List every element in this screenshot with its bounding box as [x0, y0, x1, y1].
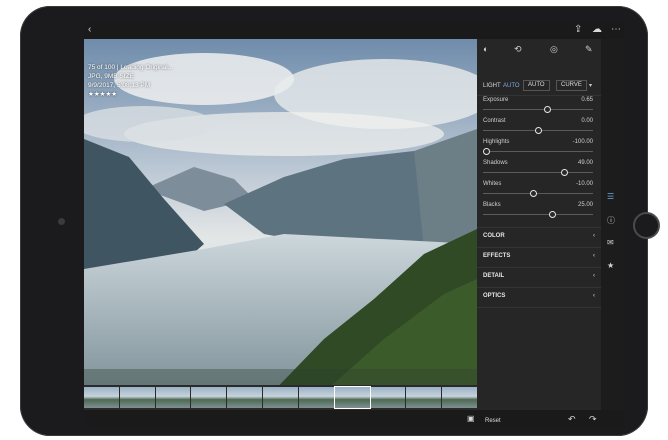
slider-value: -100.00 — [572, 139, 593, 145]
slider-label: Whites — [483, 181, 502, 187]
reset-button[interactable]: Reset — [485, 418, 501, 424]
slider-value: 0.00 — [581, 118, 593, 124]
slider-label: Shadows — [483, 160, 508, 166]
lightroom-screen: ‹ ⇪ ☁ ⋯ 75 of 100 | Loading Original... … — [84, 22, 625, 428]
slider-handle[interactable] — [535, 127, 542, 134]
slider-shadows[interactable]: Shadows 49.00 — [483, 160, 593, 180]
filmstrip-thumb[interactable] — [84, 387, 119, 408]
filmstrip-thumb[interactable] — [155, 387, 191, 408]
auto-badge: AUTO — [503, 83, 520, 89]
slider-label: Blacks — [483, 202, 501, 208]
more-icon[interactable]: ⋯ — [611, 24, 621, 36]
healing-icon[interactable]: ✎ — [585, 44, 593, 55]
filmstrip-thumb[interactable] — [119, 387, 155, 408]
edit-sliders-icon[interactable]: ☰ — [607, 192, 614, 201]
slider-label: Contrast — [483, 118, 506, 124]
slider-whites[interactable]: Whites -10.00 — [483, 181, 593, 201]
slider-track[interactable] — [483, 172, 593, 173]
slider-value: 25.00 — [577, 202, 593, 208]
auto-button[interactable]: AUTO — [523, 80, 550, 91]
slider-label: Exposure — [483, 97, 509, 103]
slider-value: 49.00 — [577, 160, 593, 166]
chevron-left-icon: ‹ — [593, 273, 595, 279]
redo-icon[interactable]: ↷ — [589, 413, 597, 425]
divider — [477, 287, 601, 288]
compare-icon[interactable]: ▣ — [467, 413, 475, 425]
slider-handle[interactable] — [529, 190, 537, 197]
ipad-device: ‹ ⇪ ☁ ⋯ 75 of 100 | Loading Original... … — [20, 6, 660, 436]
dropdown-icon[interactable]: ▾ — [589, 80, 592, 92]
filmstrip-thumb[interactable] — [298, 387, 334, 408]
presets-icon[interactable]: ◐ — [483, 44, 488, 54]
curve-button[interactable]: CURVE — [556, 80, 587, 91]
slider-handle[interactable] — [561, 169, 569, 176]
chevron-left-icon: ‹ — [593, 293, 595, 299]
section-effects[interactable]: EFFECTS ‹ — [483, 253, 595, 259]
slider-contrast[interactable]: Contrast 0.00 — [483, 118, 593, 138]
slider-exposure[interactable]: Exposure 0.65 — [483, 97, 593, 117]
photo-info-overlay: 75 of 100 | Loading Original... JPG, 9MB… — [88, 63, 173, 99]
section-label: EFFECTS — [483, 253, 511, 259]
selective-icon[interactable]: ◎ — [550, 44, 558, 55]
section-optics[interactable]: OPTICS ‹ — [483, 293, 595, 299]
right-tool-rail: ☰ ⓘ ✉ ★ — [601, 39, 625, 410]
slider-track[interactable] — [483, 109, 593, 110]
photo-date: 9/9/2017, 5:08:13 PM — [88, 82, 151, 89]
chevron-left-icon: ‹ — [593, 253, 595, 259]
divider — [477, 247, 601, 248]
filmstrip-thumb[interactable] — [370, 387, 406, 408]
home-button[interactable] — [633, 212, 660, 239]
slider-label: Highlights — [483, 139, 510, 145]
section-label: OPTICS — [483, 293, 506, 299]
photo-rating[interactable]: ★★★★★ — [88, 90, 173, 99]
back-chevron-icon[interactable]: ‹ — [88, 24, 91, 36]
filmstrip-thumb[interactable] — [191, 387, 227, 408]
info-icon[interactable]: ⓘ — [607, 215, 615, 226]
slider-handle[interactable] — [549, 211, 557, 218]
section-color[interactable]: COLOR ‹ — [483, 233, 595, 239]
top-bar: ‹ ⇪ ☁ ⋯ — [84, 22, 625, 39]
slider-value: 0.65 — [581, 97, 593, 103]
divider — [477, 227, 601, 228]
slider-handle[interactable] — [543, 106, 551, 113]
divider — [477, 307, 601, 308]
section-detail[interactable]: DETAIL ‹ — [483, 273, 595, 279]
share-icon[interactable]: ⇪ — [574, 24, 582, 36]
slider-track[interactable] — [483, 193, 593, 194]
edit-panel: ◐ ⟲ ◎ ✎ LIGHT AUTO AUTO CURVE ▾ Exposure… — [477, 39, 601, 410]
photo-position-status: 75 of 100 | Loading Original... — [88, 64, 174, 71]
main-photo[interactable]: 75 of 100 | Loading Original... JPG, 9MB… — [84, 39, 477, 401]
bottom-bar: ▣ ↶ ↷ — [84, 410, 625, 428]
divider — [477, 95, 601, 96]
filmstrip — [84, 385, 477, 410]
filmstrip-thumb-selected[interactable] — [333, 386, 371, 409]
comment-icon[interactable]: ✉ — [607, 238, 614, 247]
undo-icon[interactable]: ↶ — [568, 413, 576, 425]
filmstrip-thumb[interactable] — [442, 387, 477, 408]
light-tab-row: LIGHT AUTO AUTO CURVE ▾ — [483, 80, 599, 92]
slider-value: -10.00 — [575, 181, 593, 187]
crop-icon[interactable]: ⟲ — [514, 44, 522, 55]
section-label: DETAIL — [483, 273, 505, 279]
front-camera — [58, 218, 65, 225]
slider-blacks[interactable]: Blacks 25.00 — [483, 202, 593, 222]
chevron-left-icon: ‹ — [593, 233, 595, 239]
filmstrip-thumb[interactable] — [227, 387, 263, 408]
photo-format: JPG, 9MB SIZE — [88, 73, 134, 80]
star-icon[interactable]: ★ — [607, 261, 614, 270]
divider — [477, 267, 601, 268]
filmstrip-thumb[interactable] — [263, 387, 298, 408]
filmstrip-thumb[interactable] — [406, 387, 442, 408]
slider-highlights[interactable]: Highlights -100.00 — [483, 139, 593, 159]
light-tab[interactable]: LIGHT — [483, 80, 501, 92]
slider-handle[interactable] — [483, 148, 491, 155]
slider-track[interactable] — [483, 151, 593, 152]
cloud-sync-icon[interactable]: ☁ — [592, 24, 602, 36]
section-label: COLOR — [483, 233, 505, 239]
slider-track[interactable] — [483, 214, 593, 215]
